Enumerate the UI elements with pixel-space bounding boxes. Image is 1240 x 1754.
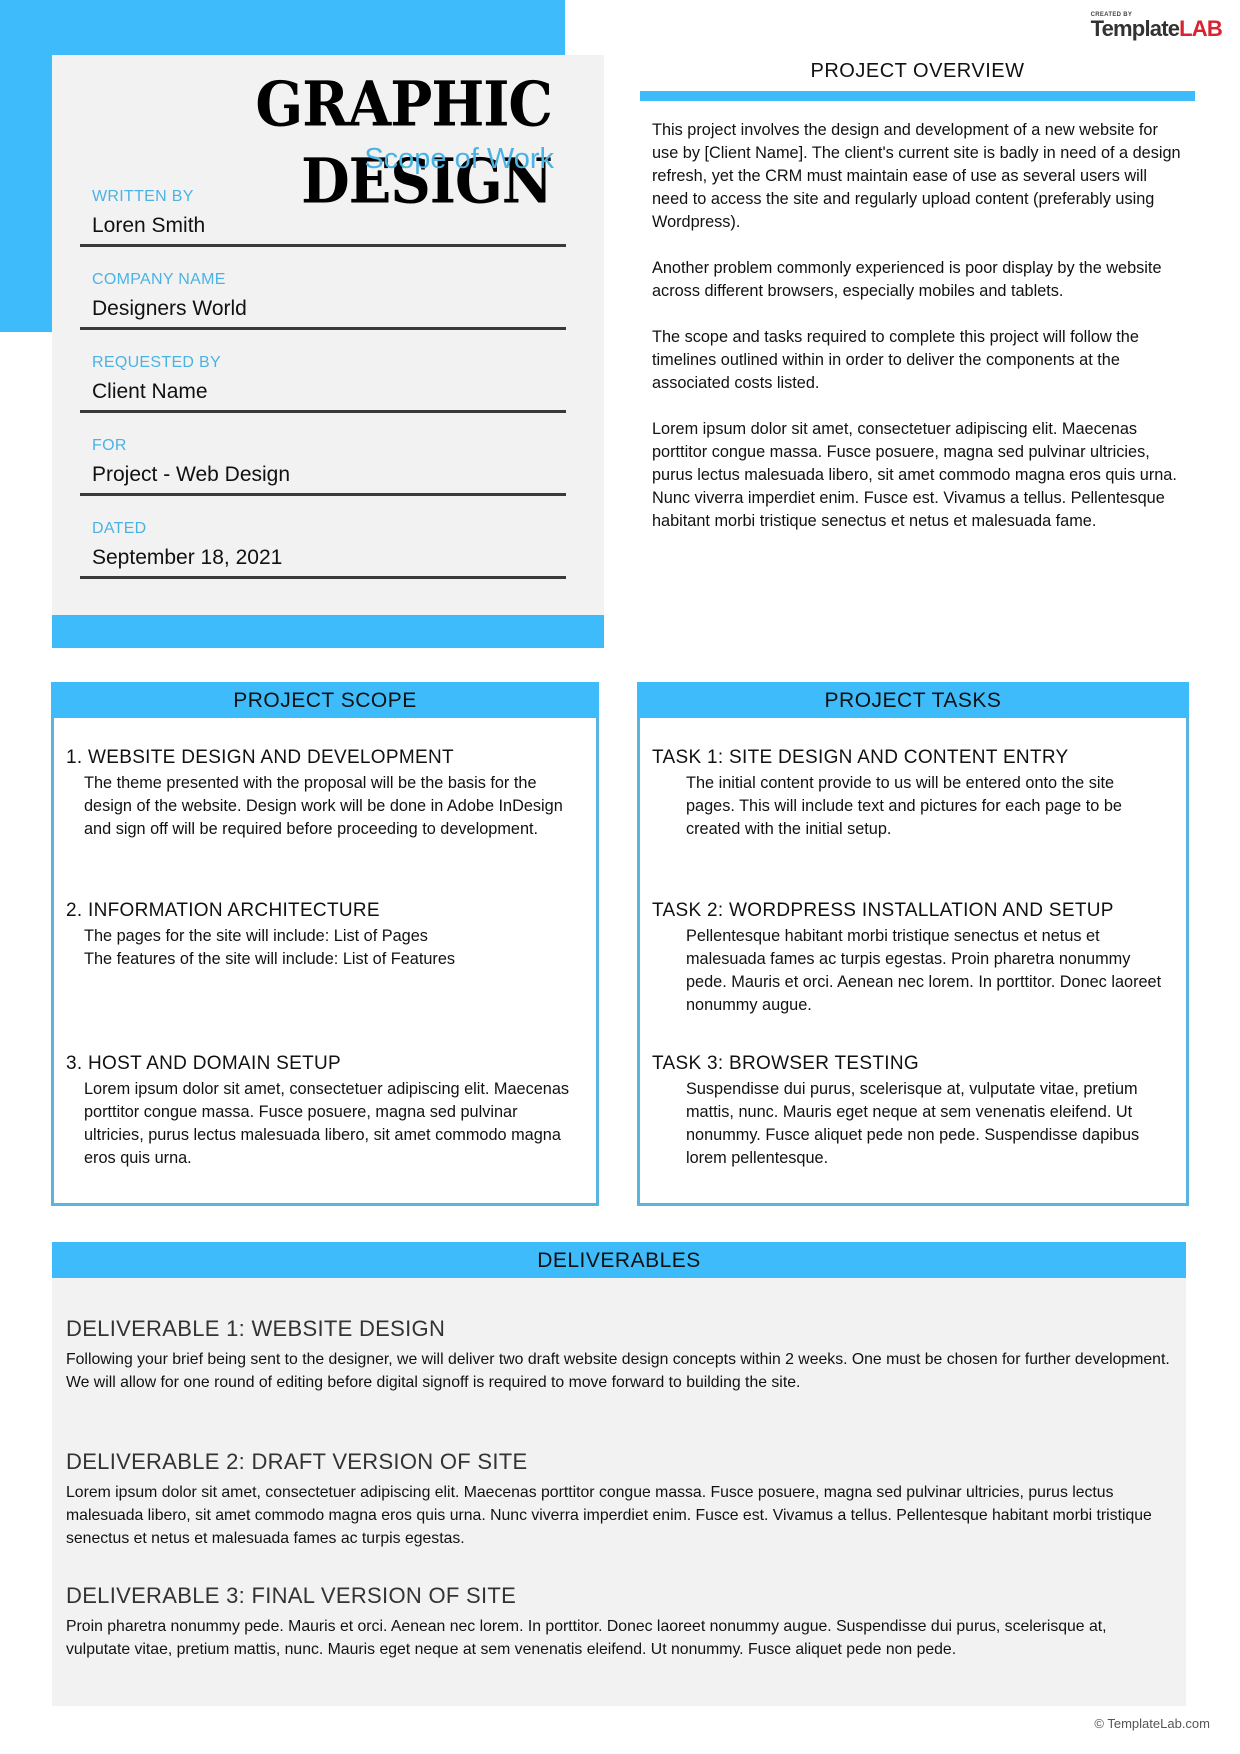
- field-company-name: COMPANY NAME Designers World: [80, 271, 566, 330]
- deliverable-title: DELIVERABLE 3: FINAL VERSION OF SITE: [66, 1583, 517, 1608]
- document-subtitle: Scope of Work: [364, 143, 554, 175]
- deliverable-body: Following your brief being sent to the d…: [66, 1351, 1170, 1391]
- field-label: DATED: [92, 520, 147, 537]
- field-requested-by: REQUESTED BY Client Name: [80, 354, 566, 413]
- task-item-body: Pellentesque habitant morbi tristique se…: [686, 927, 1162, 1014]
- field-underline: [80, 410, 566, 413]
- field-underline: [80, 576, 566, 579]
- task-item: TASK 1: SITE DESIGN AND CONTENT ENTRY Th…: [652, 747, 1166, 841]
- task-item-title: TASK 1: SITE DESIGN AND CONTENT ENTRY: [652, 747, 1069, 768]
- overview-body: This project involves the design and dev…: [640, 101, 1195, 533]
- field-label: COMPANY NAME: [92, 271, 226, 288]
- deliverable-item: DELIVERABLE 3: FINAL VERSION OF SITE Pro…: [66, 1583, 1172, 1661]
- deliverables-heading: DELIVERABLES: [52, 1242, 1186, 1278]
- deliverable-item: DELIVERABLE 1: WEBSITE DESIGN Following …: [66, 1316, 1172, 1394]
- deliverable-body: Lorem ipsum dolor sit amet, consectetuer…: [66, 1484, 1152, 1547]
- field-underline: [80, 327, 566, 330]
- project-tasks-box: PROJECT TASKS TASK 1: SITE DESIGN AND CO…: [637, 682, 1189, 1206]
- scope-item: 1. WEBSITE DESIGN AND DEVELOPMENT The th…: [66, 747, 576, 841]
- field-label: WRITTEN BY: [92, 188, 194, 205]
- tasks-heading: PROJECT TASKS: [637, 682, 1189, 718]
- project-overview: PROJECT OVERVIEW This project involves t…: [640, 60, 1195, 556]
- field-value: September 18, 2021: [92, 546, 283, 569]
- field-dated: DATED September 18, 2021: [80, 520, 566, 579]
- overview-heading: PROJECT OVERVIEW: [810, 60, 1025, 82]
- task-item: TASK 2: WORDPRESS INSTALLATION AND SETUP…: [652, 900, 1166, 1017]
- task-item-body: Suspendisse dui purus, scelerisque at, v…: [686, 1080, 1140, 1167]
- scope-heading: PROJECT SCOPE: [51, 682, 599, 718]
- field-underline: [80, 493, 566, 496]
- scope-item: 3. HOST AND DOMAIN SETUP Lorem ipsum dol…: [66, 1053, 576, 1170]
- field-label: FOR: [92, 437, 127, 454]
- header-card: GRAPHIC DESIGN Scope of Work WRITTEN BY …: [52, 55, 604, 648]
- templatelab-logo: CREATED BY TemplateLAB: [1090, 12, 1223, 41]
- project-scope-box: PROJECT SCOPE 1. WEBSITE DESIGN AND DEVE…: [51, 682, 599, 1206]
- deliverable-title: DELIVERABLE 1: WEBSITE DESIGN: [66, 1316, 446, 1341]
- field-for: FOR Project - Web Design: [80, 437, 566, 496]
- deliverable-title: DELIVERABLE 2: DRAFT VERSION OF SITE: [66, 1449, 528, 1474]
- field-label: REQUESTED BY: [92, 354, 221, 371]
- overview-accent-rule: [640, 91, 1195, 101]
- field-value: Loren Smith: [92, 214, 206, 237]
- scope-item-line: The features of the site will include: L…: [84, 950, 456, 968]
- logo-wordmark: TemplateLAB: [1090, 16, 1223, 41]
- field-underline: [80, 244, 566, 247]
- deliverable-item: DELIVERABLE 2: DRAFT VERSION OF SITE Lor…: [66, 1449, 1172, 1550]
- scope-item-body: Lorem ipsum dolor sit amet, consectetuer…: [84, 1080, 570, 1167]
- logo-lab: LAB: [1179, 16, 1223, 41]
- task-item-title: TASK 2: WORDPRESS INSTALLATION AND SETUP: [652, 900, 1114, 921]
- scope-item: 2. INFORMATION ARCHITECTURE The pages fo…: [66, 900, 576, 971]
- deliverable-body: Proin pharetra nonummy pede. Mauris et o…: [66, 1618, 1107, 1658]
- field-value: Client Name: [92, 380, 208, 403]
- scope-item-title: 2. INFORMATION ARCHITECTURE: [66, 900, 380, 921]
- scope-item-title: 1. WEBSITE DESIGN AND DEVELOPMENT: [66, 747, 454, 768]
- scope-item-body: The pages for the site will include: Lis…: [66, 925, 576, 971]
- scope-item-line: The pages for the site will include: Lis…: [84, 927, 428, 945]
- deliverables-section: DELIVERABLE 1: WEBSITE DESIGN Following …: [52, 1278, 1186, 1706]
- scope-item-body: The theme presented with the proposal wi…: [84, 774, 563, 838]
- scope-item-title: 3. HOST AND DOMAIN SETUP: [66, 1053, 342, 1074]
- header-card-accent-bar: [52, 615, 604, 648]
- task-item-body: The initial content provide to us will b…: [686, 774, 1122, 838]
- overview-paragraph: This project involves the design and dev…: [652, 121, 1181, 231]
- overview-paragraph: Lorem ipsum dolor sit amet, consectetuer…: [652, 420, 1177, 530]
- logo-template: Template: [1090, 16, 1180, 41]
- overview-paragraph: Another problem commonly experienced is …: [652, 259, 1162, 300]
- field-value: Project - Web Design: [92, 463, 291, 486]
- overview-paragraph: The scope and tasks required to complete…: [652, 328, 1139, 392]
- field-written-by: WRITTEN BY Loren Smith: [80, 188, 566, 247]
- copyright-footer: © TemplateLab.com: [1094, 1716, 1210, 1731]
- task-item-title: TASK 3: BROWSER TESTING: [652, 1053, 919, 1074]
- field-value: Designers World: [92, 297, 247, 320]
- task-item: TASK 3: BROWSER TESTING Suspendisse dui …: [652, 1053, 1166, 1170]
